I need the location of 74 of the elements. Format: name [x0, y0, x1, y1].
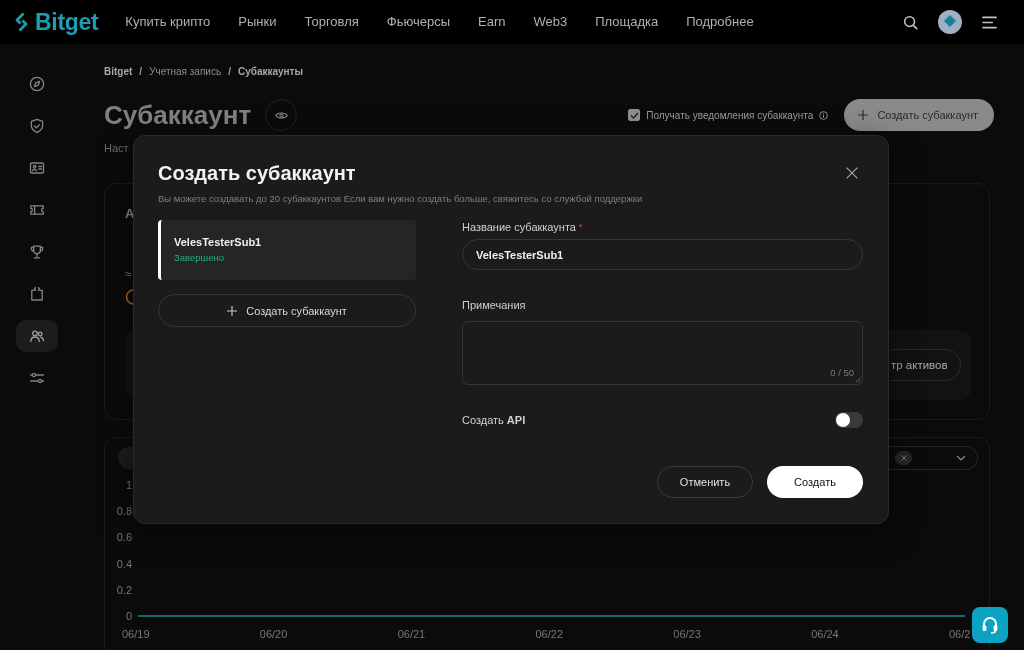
headset-icon — [980, 615, 1000, 635]
x-axis-label: 06/24 — [811, 628, 839, 640]
modal-description: Вы можете создавать до 20 субаккаунтов Если вам нужно создать больше, свяжитесь со службой поддержки — [158, 193, 643, 204]
name-input[interactable]: VelesTesterSub1 — [462, 239, 863, 270]
sidebar-item[interactable] — [16, 320, 58, 352]
nav-link[interactable]: Web3 — [533, 14, 568, 30]
check-icon — [629, 111, 639, 119]
field-label: Примечания — [462, 298, 526, 312]
close-icon — [846, 167, 858, 179]
breadcrumb-link[interactable]: Учетная запись — [149, 66, 222, 78]
subaccount-name: VelesTesterSub1 — [174, 236, 262, 248]
notify-label: Получать уведомления субаккаунта — [646, 109, 814, 121]
create-subaccount-button[interactable]: Создать субаккаунт — [844, 99, 994, 131]
y-axis-label: 0.6 — [116, 531, 132, 544]
subaccount-status: Завершено — [174, 252, 224, 263]
api-toggle[interactable] — [835, 412, 863, 428]
info-icon[interactable] — [819, 110, 829, 120]
menu-icon[interactable] — [982, 15, 997, 29]
x-axis-label: 06/23 — [673, 628, 701, 640]
tag-chip[interactable] — [895, 450, 912, 465]
breadcrumb-separator: / — [139, 66, 143, 78]
breadcrumb-link[interactable]: Bitget — [104, 66, 133, 78]
logo-text[interactable]: Bitget — [35, 9, 99, 35]
x-axis-label: 06/21 — [397, 628, 426, 640]
y-axis-label: 0.8 — [116, 505, 132, 518]
trophy-icon — [29, 244, 45, 260]
chevron-down-icon — [956, 454, 966, 461]
nav-link[interactable]: Площадка — [595, 14, 659, 30]
nav-link[interactable]: Рынки — [238, 14, 277, 30]
x-axis-label: 06/22 — [535, 628, 564, 640]
x-axis-label: 06/19 — [122, 628, 150, 640]
close-button[interactable] — [846, 167, 858, 179]
subaccount-item[interactable]: VelesTesterSub1 Завершено — [158, 220, 416, 280]
eye-icon — [274, 110, 288, 120]
page-title: Субаккаунт — [104, 99, 252, 131]
y-axis-label: 1 — [125, 479, 132, 491]
y-axis-label: 0.2 — [116, 583, 132, 596]
y-axis-label: 0 — [125, 610, 132, 622]
nav-link[interactable]: Фьючерсы — [386, 14, 450, 30]
char-counter: 0 / 50 — [830, 367, 854, 378]
breadcrumb-link[interactable]: Субаккаунты — [237, 66, 304, 78]
approx-sign: ≈ — [125, 268, 132, 280]
required-mark: * — [579, 221, 583, 234]
nav-link[interactable]: Earn — [478, 14, 506, 30]
close-icon — [900, 454, 907, 461]
nav-link[interactable]: Купить крипто — [125, 14, 211, 30]
assets-heading: А — [125, 207, 135, 220]
y-axis-label: 0.4 — [116, 557, 132, 570]
modal-title: Создать субаккаунт — [158, 161, 356, 185]
sliders-icon — [29, 370, 45, 386]
nav-link[interactable]: Торговля — [304, 14, 359, 30]
shield-check-icon — [29, 118, 45, 134]
resize-handle-icon[interactable] — [855, 377, 861, 383]
nav-link[interactable]: Подробнее — [686, 14, 754, 30]
document-icon — [29, 286, 45, 302]
field-label: Название субаккаунта — [462, 220, 576, 234]
notify-checkbox[interactable] — [628, 109, 641, 121]
people-icon — [29, 328, 45, 344]
search-icon[interactable] — [903, 14, 918, 30]
x-axis-label: 06/2 — [949, 628, 971, 640]
avatar[interactable] — [938, 10, 962, 34]
notes-field[interactable]: 0 / 50 — [462, 321, 863, 385]
api-toggle-label: Создать API — [462, 414, 526, 426]
compass-icon — [29, 76, 45, 92]
id-card-icon — [29, 160, 45, 176]
breadcrumb-separator: / — [228, 66, 231, 78]
submit-button[interactable]: Создать — [767, 466, 863, 498]
coin-icon — [125, 289, 134, 305]
plus-icon — [858, 110, 869, 120]
page-subtitle: Наст — [104, 142, 129, 154]
support-button[interactable] — [972, 607, 1008, 643]
x-axis-label: 06/20 — [259, 628, 288, 640]
plus-icon — [227, 305, 238, 316]
ticket-icon — [29, 202, 45, 218]
